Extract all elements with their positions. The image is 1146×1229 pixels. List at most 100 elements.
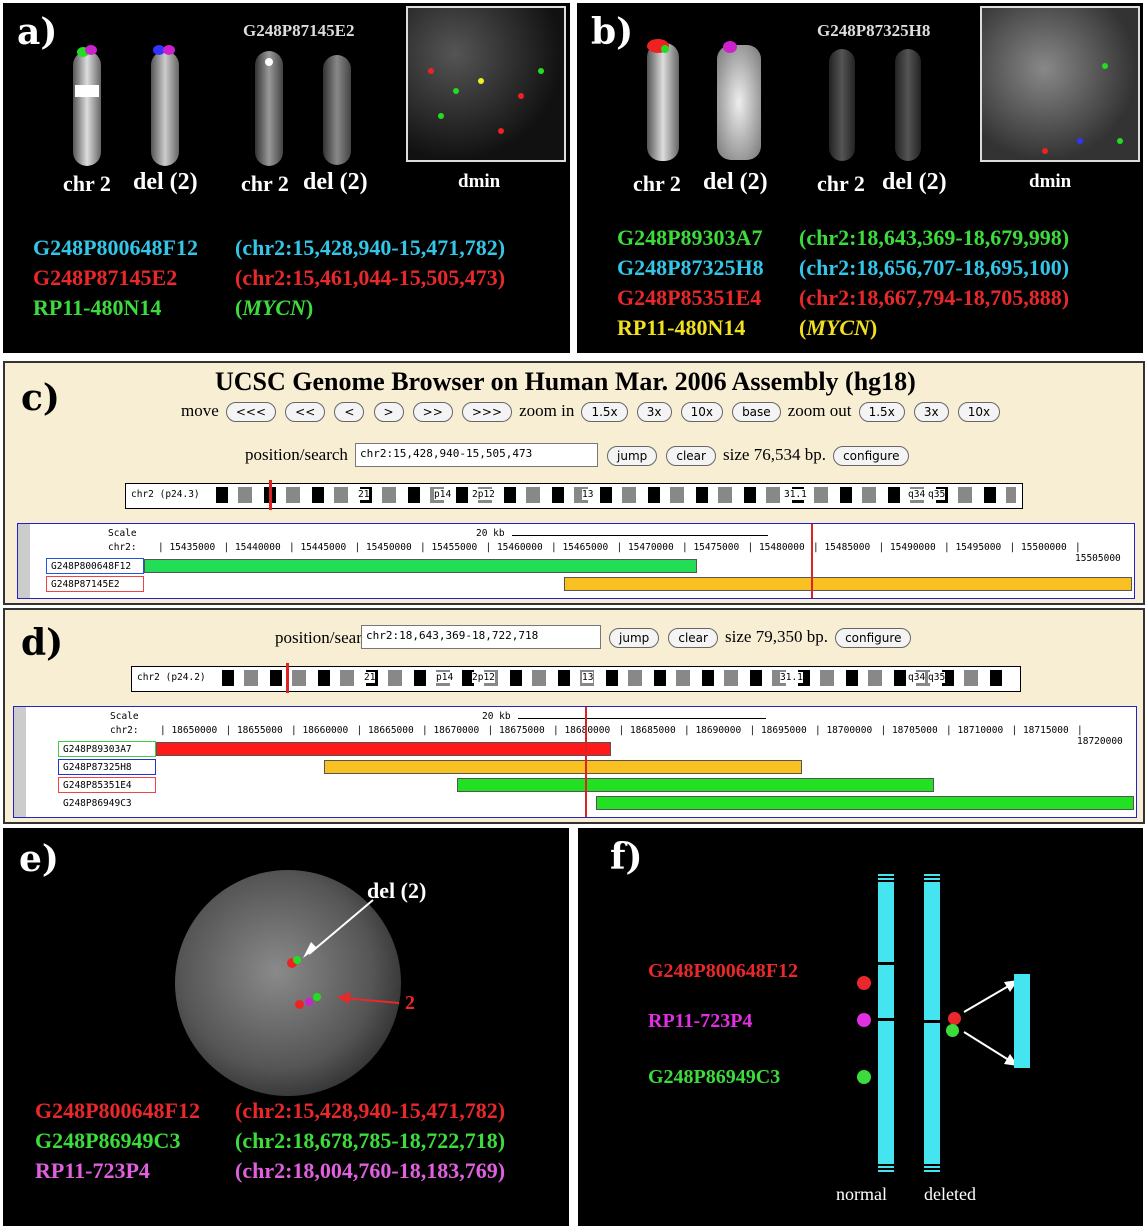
panel-a-probe-title: G248P87145E2 bbox=[243, 21, 355, 40]
tick-label: | 18705000 bbox=[880, 725, 938, 736]
clear-button[interactable]: clear bbox=[668, 628, 718, 648]
centromere-line bbox=[874, 1018, 898, 1021]
signal-dot bbox=[1102, 63, 1108, 69]
move-left-button[interactable]: << bbox=[285, 402, 326, 422]
tick-label: | 18675000 bbox=[487, 725, 545, 736]
chrom-label: del (2) bbox=[133, 169, 198, 195]
move-small-left-button[interactable]: < bbox=[334, 402, 365, 422]
tick-label: | 15480000 bbox=[747, 542, 805, 553]
normal-arrow bbox=[337, 992, 400, 1004]
scale-bar bbox=[512, 535, 768, 536]
scale-label: Scale bbox=[110, 711, 139, 722]
size-text: size 76,534 bp. bbox=[723, 445, 826, 464]
ideogram-bands bbox=[222, 670, 1012, 686]
zoom-in-1-5x-button[interactable]: 1.5x bbox=[581, 402, 628, 422]
band-label: q34 bbox=[908, 489, 926, 500]
band-label: 21 bbox=[364, 672, 376, 683]
zoom-in-3x-button[interactable]: 3x bbox=[636, 402, 672, 422]
dmin-inset bbox=[980, 6, 1140, 162]
tick-label: | 15450000 bbox=[354, 542, 412, 553]
tick-label: | 18650000 bbox=[160, 725, 218, 736]
track-label: G248P87325H8 bbox=[58, 759, 156, 775]
track-sidebar bbox=[14, 707, 26, 817]
move-far-right-button[interactable]: >>> bbox=[461, 402, 513, 422]
chromosome-image bbox=[895, 49, 921, 161]
chr-label: chr2: bbox=[110, 725, 139, 736]
legend-coord: (chr2:18,004,760-18,183,769) bbox=[235, 1158, 506, 1183]
legend-name: G248P89303A7 bbox=[617, 225, 763, 250]
tick-row: | 18650000 | 18655000 | 18660000 | 18665000… bbox=[160, 725, 1134, 747]
highlight-line bbox=[585, 707, 587, 817]
chromosome-image bbox=[323, 55, 351, 165]
position-input[interactable]: chr2:15,428,940-15,505,473 bbox=[355, 443, 598, 467]
legend-coord: (chr2:18,667,794-18,705,888) bbox=[799, 285, 1070, 310]
signal-dot bbox=[428, 68, 434, 74]
signal-dot bbox=[538, 68, 544, 74]
track-sidebar bbox=[18, 524, 30, 598]
signal-dot bbox=[295, 1000, 304, 1009]
deleted-label: deleted bbox=[924, 1184, 976, 1204]
probe-label: RP11-723P4 bbox=[648, 1010, 753, 1032]
scale-bar-label: 20 kb bbox=[482, 711, 511, 722]
panel-d-label: d) bbox=[21, 622, 64, 664]
signal-dot bbox=[305, 998, 313, 1006]
configure-button[interactable]: configure bbox=[835, 628, 912, 648]
tick-label: | 18665000 bbox=[356, 725, 414, 736]
normal-chromosome-body bbox=[878, 882, 894, 1164]
legend-coord: (chr2:15,428,940-15,471,782) bbox=[235, 235, 506, 260]
probe-label: G248P800648F12 bbox=[648, 960, 798, 982]
zoom-out-10x-button[interactable]: 10x bbox=[957, 402, 1001, 422]
move-small-right-button[interactable]: > bbox=[373, 402, 404, 422]
legend-name: G248P800648F12 bbox=[35, 1098, 200, 1123]
move-label: move bbox=[181, 401, 219, 420]
jump-button[interactable]: jump bbox=[607, 446, 658, 466]
tick-label: | 15490000 bbox=[878, 542, 936, 553]
configure-button[interactable]: configure bbox=[833, 446, 910, 466]
legend-coord: (chr2:18,656,707-18,695,100) bbox=[799, 255, 1070, 280]
track-feature-bar bbox=[596, 796, 1134, 810]
zoom-out-1-5x-button[interactable]: 1.5x bbox=[858, 402, 905, 422]
clear-button[interactable]: clear bbox=[666, 446, 716, 466]
tick-label: | 18680000 bbox=[553, 725, 611, 736]
band-label: p14 bbox=[434, 489, 452, 500]
legend-name: RP11-723P4 bbox=[35, 1158, 150, 1183]
jump-button[interactable]: jump bbox=[609, 628, 660, 648]
band-label: 31.1 bbox=[784, 489, 807, 500]
legend-name: RP11-480N14 bbox=[617, 315, 746, 340]
move-right-button[interactable]: >> bbox=[412, 402, 453, 422]
panel-c-label: c) bbox=[21, 377, 60, 419]
legend-coord: (MYCN) bbox=[799, 315, 878, 340]
tick-label: | 15460000 bbox=[485, 542, 543, 553]
band-label: 13 bbox=[582, 489, 594, 500]
highlight-line bbox=[811, 524, 813, 598]
chrom-label: del (2) bbox=[703, 169, 768, 195]
legend-coord: (chr2:15,428,940-15,471,782) bbox=[235, 1098, 506, 1123]
tick-label: | 18695000 bbox=[749, 725, 807, 736]
zoom-in-label: zoom in bbox=[519, 401, 575, 420]
scale-bar-label: 20 kb bbox=[476, 528, 505, 539]
browser-title: UCSC Genome Browser on Human Mar. 2006 A… bbox=[215, 367, 916, 396]
position-input[interactable]: chr2:18,643,369-18,722,718 bbox=[361, 625, 601, 649]
tick-label: | 15465000 bbox=[551, 542, 609, 553]
track-label: G248P85351E4 bbox=[58, 777, 156, 793]
del-arrow bbox=[303, 899, 374, 958]
panel-f-label: f) bbox=[610, 836, 643, 878]
band-label: p14 bbox=[436, 672, 454, 683]
track-rows: G248P800648F12 G248P87145E2 bbox=[46, 558, 1132, 598]
tick-label: | 15500000 bbox=[1009, 542, 1067, 553]
chromosome-image bbox=[647, 43, 679, 161]
legend-name: G248P87145E2 bbox=[33, 265, 178, 290]
tick-label: | 18660000 bbox=[291, 725, 349, 736]
panel-a: a) G248P87145E2 chr 2 del (2) chr 2 del … bbox=[3, 3, 570, 353]
panel-b: b) G248P87325H8 chr 2 del (2) chr 2 del … bbox=[577, 3, 1143, 353]
move-far-left-button[interactable]: <<< bbox=[225, 402, 277, 422]
probe-dot bbox=[857, 1070, 871, 1084]
track-label: G248P89303A7 bbox=[58, 741, 156, 757]
track-feature-bar bbox=[156, 742, 611, 756]
zoom-in-10x-button[interactable]: 10x bbox=[680, 402, 723, 422]
tick-label: | 18685000 bbox=[618, 725, 676, 736]
zoom-out-3x-button[interactable]: 3x bbox=[913, 402, 949, 422]
zoom-base-button[interactable]: base bbox=[732, 402, 781, 422]
signal-dot bbox=[265, 58, 273, 66]
signal-dot bbox=[313, 993, 321, 1001]
